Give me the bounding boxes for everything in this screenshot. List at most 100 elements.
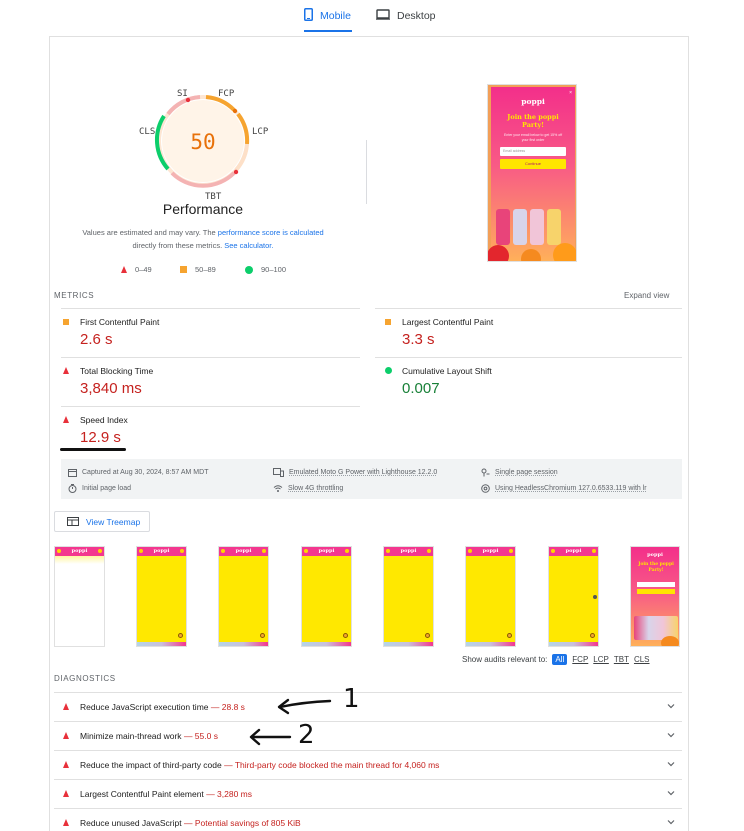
metric-lcp-value: 3.3 s [402,331,435,348]
session-icon [481,468,490,477]
close-icon: × [569,90,572,96]
fail-triangle-icon [63,790,69,797]
average-square-icon [63,319,69,325]
filmstrip-frame[interactable]: poppi [548,546,599,647]
final-screenshot[interactable]: × poppi Join the poppi Party! Enter your… [487,84,577,262]
env-browser-text[interactable]: Using HeadlessChromium 127.0.6533.119 wi… [495,485,647,492]
timer-icon [68,484,77,493]
chromium-icon [481,484,490,493]
expand-view-toggle[interactable]: Expand view [624,291,669,300]
frame-brand: poppi [318,548,335,554]
env-load-text: Initial page load [82,485,132,492]
filter-all[interactable]: All [552,654,568,665]
divider [61,406,360,407]
diagnostic-row[interactable]: Reduce unused JavaScript — Potential sav… [54,808,682,831]
frame-headline: Join the poppi Party! [638,562,674,573]
tab-mobile[interactable]: Mobile [304,0,352,32]
filmstrip-frame[interactable]: poppi [301,546,352,647]
metric-fcp-value: 2.6 s [80,331,113,348]
calendar-icon [68,469,77,477]
vertical-divider [366,140,367,204]
frame-dot [221,549,225,553]
frame-dot [592,549,596,553]
diagnostic-value: — Third-party code blocked the main thre… [224,760,440,770]
filmstrip-frame[interactable]: poppi [465,546,516,647]
env-load: Initial page load [68,484,131,493]
gauge-label-si: SI [177,89,188,99]
fail-triangle-icon [63,703,69,710]
chevron-down-icon [667,791,675,796]
diagnostic-value: — 55.0 s [183,731,218,741]
metric-tbt-value: 3,840 ms [80,380,142,397]
env-throttling-text[interactable]: Slow 4G throttling [288,485,343,492]
diagnostic-row[interactable]: Reduce the impact of third-party code — … [54,750,682,778]
view-treemap-button[interactable]: View Treemap [54,511,150,532]
chevron-down-icon [667,704,675,709]
tab-desktop[interactable]: Desktop [376,0,436,31]
frame-header: poppi [384,547,433,556]
diagnostic-title: Reduce unused JavaScript [80,818,182,828]
fail-triangle-icon [63,761,69,768]
frame-badge [178,633,183,638]
note-text-1: Values are estimated and may vary. The [82,228,218,237]
frame-footer [549,642,598,646]
frame-body [549,556,598,642]
divider [61,357,360,358]
frame-body [384,556,433,642]
fail-triangle-icon [63,732,69,739]
filmstrip-frame-final[interactable]: poppi Join the poppi Party! [630,546,680,647]
frame-badge [425,633,430,638]
monitor-icon [376,8,390,23]
frame-dot [386,549,390,553]
smartphone-icon [304,7,313,24]
diagnostic-value: — Potential savings of 805 KiB [183,818,301,828]
hand-drawn-underline [60,448,126,451]
frame-footer [137,642,186,646]
popup-background: × poppi Join the poppi Party! Enter your… [488,87,576,261]
filter-fcp[interactable]: FCP [572,655,588,664]
diagnostic-title: Reduce JavaScript execution time [80,702,209,712]
env-captured: Captured at Aug 30, 2024, 8:57 AM MDT [68,468,208,477]
filmstrip-frame[interactable]: poppi [54,546,105,647]
filter-tbt[interactable]: TBT [614,655,629,664]
frame-fade [55,556,104,564]
env-session: Single page session [481,468,558,477]
hand-drawn-arrow-1 [277,698,332,715]
frame-dot [98,549,102,553]
wifi-icon [273,485,283,492]
average-square-icon [385,319,391,325]
env-session-text[interactable]: Single page session [495,469,558,476]
filmstrip-frame[interactable]: poppi [218,546,269,647]
legend-pass-label: 90–100 [261,265,287,274]
tab-desktop-label: Desktop [397,9,436,22]
diagnostic-text: Reduce JavaScript execution time — 28.8 … [80,702,245,712]
frame-dot [427,549,431,553]
frame-dot [551,549,555,553]
filmstrip-frame[interactable]: poppi [136,546,187,647]
diagnostic-value: — 28.8 s [210,702,245,712]
fruit-image [521,249,541,261]
frame-header: poppi [549,547,598,556]
filter-cls[interactable]: CLS [634,655,650,664]
performance-score: 50 [190,130,216,154]
filter-lcp[interactable]: LCP [593,655,609,664]
diagnostic-title: Largest Contentful Paint element [80,789,204,799]
pass-circle-icon [385,367,392,374]
see-calculator-link[interactable]: See calculator. [224,241,273,250]
env-device: Emulated Moto G Power with Lighthouse 12… [273,468,437,477]
device-tabs: Mobile Desktop [0,0,744,32]
diagnostic-row[interactable]: Minimize main-thread work — 55.0 s [54,721,682,749]
diagnostic-value: — 3,280 ms [206,789,253,799]
frame-header: poppi [55,547,104,556]
diagnostic-row[interactable]: Reduce JavaScript execution time — 28.8 … [54,692,682,720]
tab-mobile-label: Mobile [320,9,351,22]
env-device-text[interactable]: Emulated Moto G Power with Lighthouse 12… [289,469,437,476]
filmstrip-frame[interactable]: poppi [383,546,434,647]
score-calculated-link[interactable]: performance score is calculated [218,228,324,237]
frame-dot [139,549,143,553]
fail-triangle-icon [63,367,69,374]
diagnostic-row[interactable]: Largest Contentful Paint element — 3,280… [54,779,682,807]
chevron-down-icon [667,733,675,738]
fruit-image [488,245,509,261]
frame-cta [637,589,675,594]
